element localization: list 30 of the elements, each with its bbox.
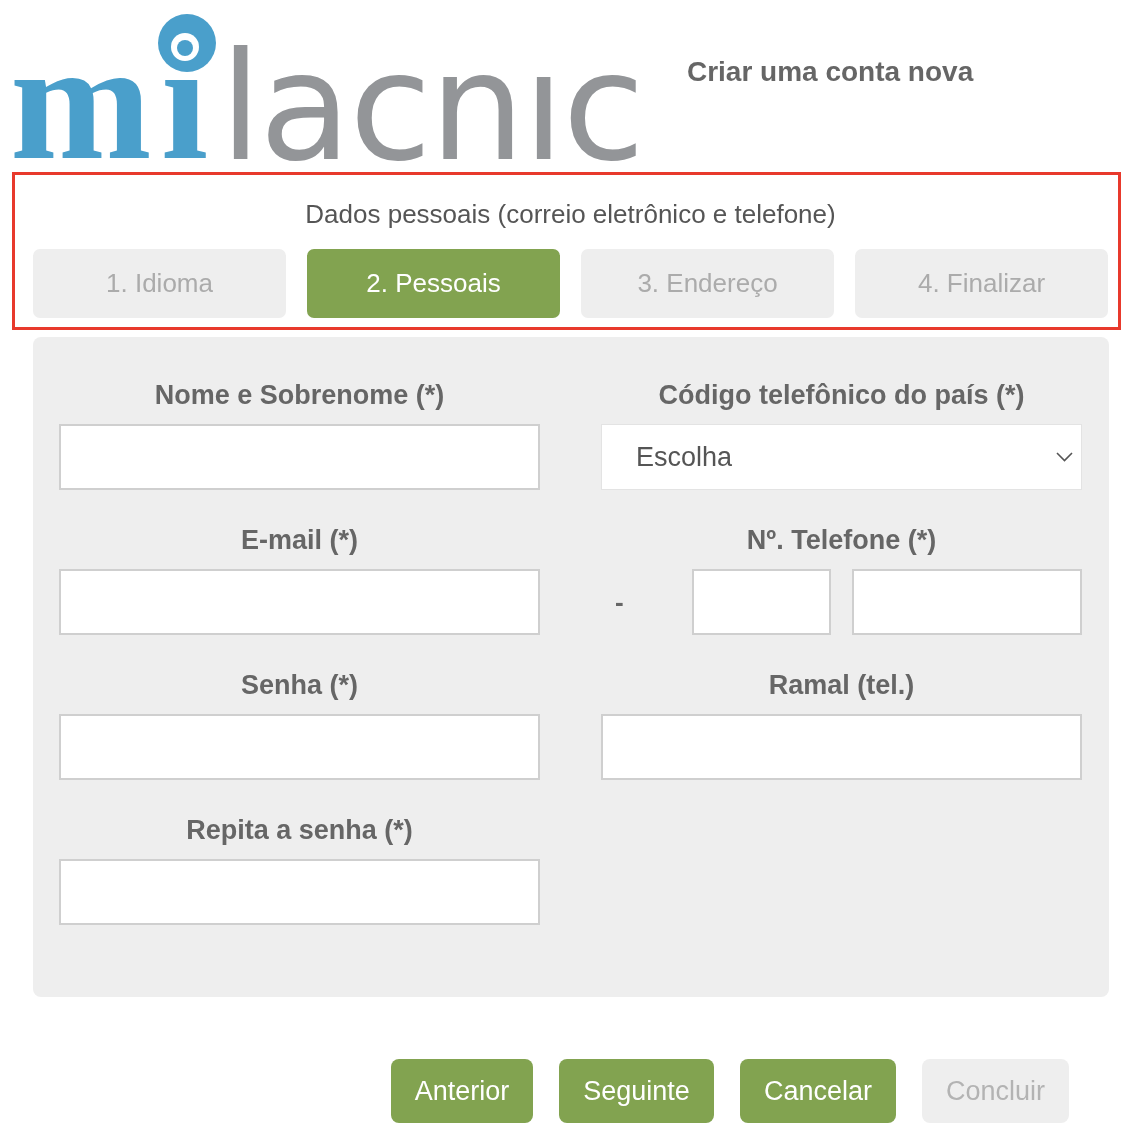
input-field[interactable] — [59, 424, 540, 490]
logo-text: m — [10, 76, 152, 165]
action-button[interactable]: Seguinte — [559, 1059, 714, 1123]
logo-text: ı — [161, 76, 209, 165]
section-heading: Dados pessoais (correio eletrônico e telefone) — [304, 198, 837, 230]
input-field[interactable] — [59, 714, 540, 780]
ring-dot-icon — [157, 14, 216, 72]
step-tab[interactable]: 3. Endereço — [581, 249, 834, 318]
page-title: Criar uma conta nova — [686, 56, 974, 88]
step-tab[interactable]: 4. Finalizar — [855, 249, 1108, 318]
chevron-down-icon — [1056, 452, 1073, 462]
step-tab[interactable]: 1. Idioma — [33, 249, 286, 318]
action-button[interactable]: Cancelar — [739, 1059, 896, 1123]
step-tab[interactable]: 2. Pessoais — [307, 249, 560, 318]
field-label: Nome e Sobrenome (*) — [154, 380, 445, 410]
logo-wordmark: lacnıc — [219, 44, 643, 165]
separator-text: - — [615, 586, 624, 618]
phone-number-field[interactable] — [852, 569, 1082, 635]
field-label: Ramal (tel.) — [768, 670, 915, 700]
country-code-select[interactable]: Escolha — [601, 424, 1082, 490]
input-field[interactable] — [59, 569, 540, 635]
action-button[interactable]: Anterior — [390, 1059, 534, 1123]
field-label: Código telefônico do país (*) — [658, 380, 1025, 410]
input-field[interactable] — [601, 714, 1082, 780]
field-label: E-mail (*) — [241, 525, 358, 555]
field-label: Nº. Telefone (*) — [746, 525, 937, 555]
field-label: Repita a senha (*) — [186, 815, 413, 845]
area-code-field[interactable] — [692, 569, 831, 635]
input-field[interactable] — [59, 859, 540, 925]
field-label: Senha (*) — [241, 670, 358, 700]
